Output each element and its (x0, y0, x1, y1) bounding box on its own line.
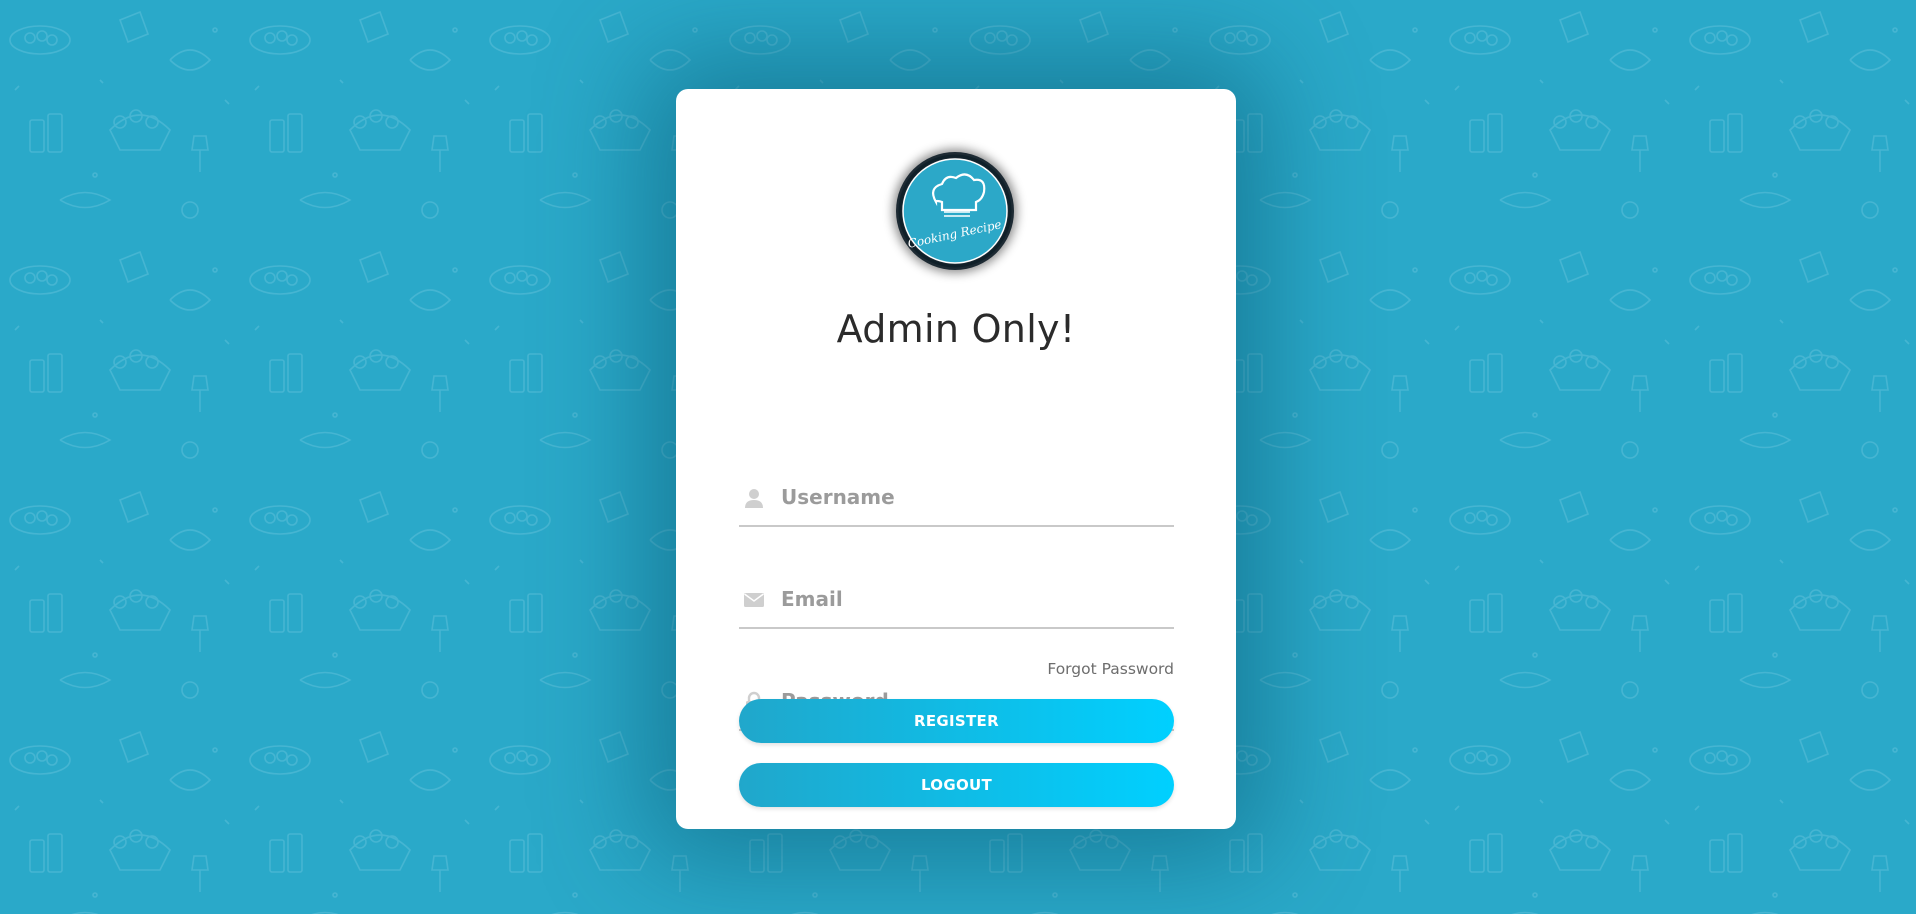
user-icon (745, 489, 763, 508)
chef-hat-icon: Cooking Recipe (898, 154, 1012, 268)
username-field-group (739, 473, 1174, 527)
page-title: Admin Only! (836, 307, 1076, 351)
email-input[interactable] (781, 581, 1166, 617)
cooking-recipe-logo: Cooking Recipe (896, 152, 1014, 270)
username-input[interactable] (781, 479, 1166, 515)
logout-button[interactable]: LOGOUT (739, 763, 1174, 807)
forgot-password-link[interactable]: Forgot Password (1047, 660, 1174, 678)
login-card: Cooking Recipe Admin Only! Forgot Passwo… (676, 89, 1236, 829)
register-button[interactable]: REGISTER (739, 699, 1174, 743)
envelope-icon (744, 593, 764, 607)
email-field-group (739, 575, 1174, 629)
